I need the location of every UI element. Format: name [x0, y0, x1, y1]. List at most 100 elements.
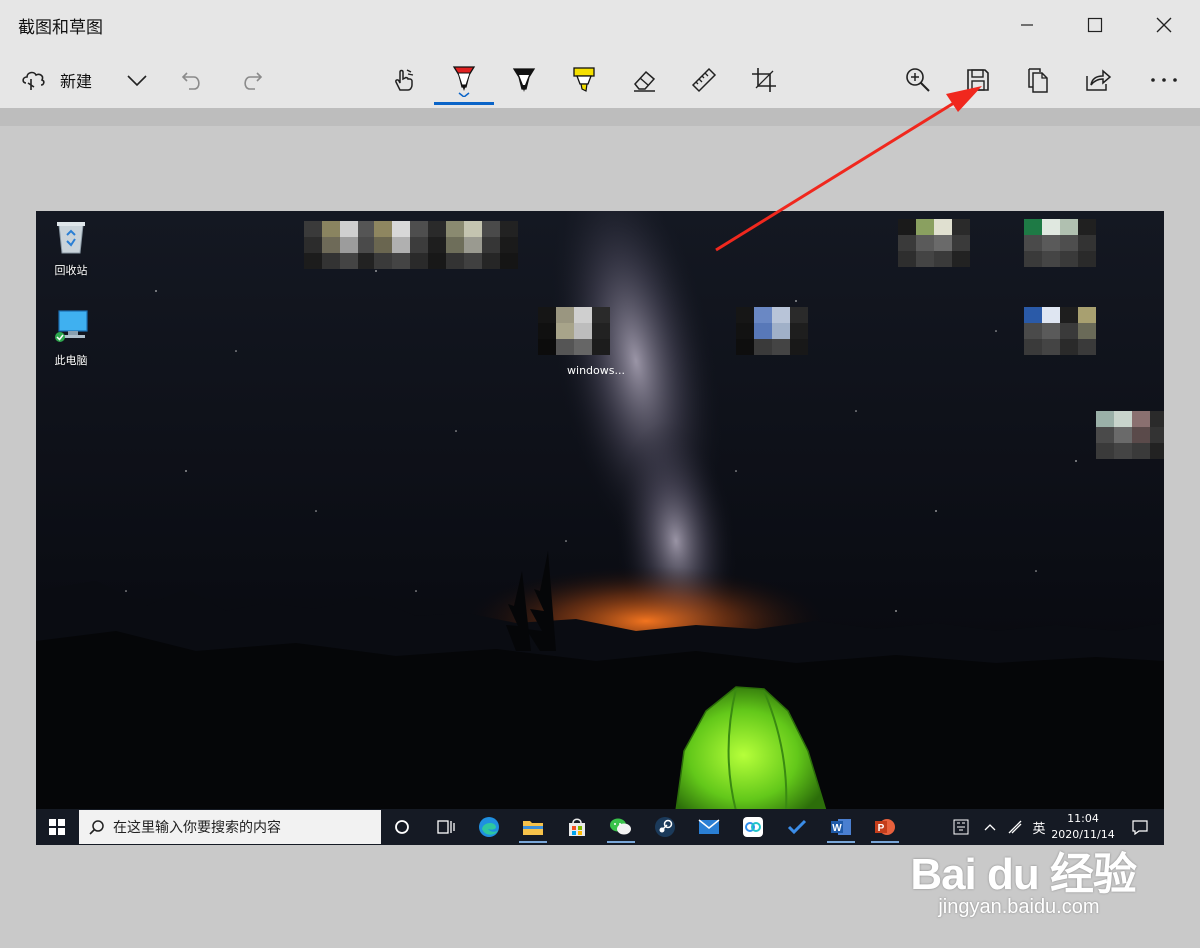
- save-icon: [967, 69, 989, 91]
- windows-logo-icon: [49, 819, 65, 835]
- blurred-desktop-icon[interactable]: [736, 307, 808, 355]
- baidu-netdisk-icon: [743, 817, 763, 837]
- title-bar: 截图和草图: [0, 0, 1200, 52]
- desktop-icon-recycle-bin[interactable]: 回收站: [36, 217, 106, 278]
- todo-icon: [787, 819, 807, 835]
- ruler-icon: [691, 67, 717, 93]
- search-icon: [89, 820, 104, 835]
- pencil-icon: [512, 68, 536, 92]
- cortana-icon: [395, 820, 409, 834]
- copy-button[interactable]: [1016, 58, 1060, 102]
- taskbar-baidu-netdisk[interactable]: [733, 811, 773, 843]
- watermark-url: jingyan.baidu.com: [938, 896, 1100, 918]
- taskbar-steam[interactable]: [645, 811, 685, 843]
- maximize-icon: [1087, 17, 1103, 33]
- new-snip-button[interactable]: [12, 58, 56, 102]
- save-button[interactable]: [956, 58, 1000, 102]
- crop-icon: [752, 68, 776, 92]
- new-button-label[interactable]: 新建: [60, 68, 92, 92]
- blurred-desktop-icon[interactable]: [1024, 219, 1096, 267]
- blurred-desktop-icon[interactable]: [898, 219, 970, 267]
- tray-time[interactable]: 11:04: [1048, 812, 1118, 825]
- taskbar-word[interactable]: W: [821, 811, 861, 843]
- powerpoint-icon: P: [875, 819, 895, 835]
- ruler-button[interactable]: [682, 58, 726, 102]
- this-pc-icon: [55, 310, 88, 342]
- zoom-in-icon: [906, 68, 930, 92]
- toolbar-divider: [0, 108, 1200, 126]
- mail-icon: [698, 819, 720, 834]
- word-icon: W: [831, 819, 851, 835]
- redo-icon: [244, 72, 263, 90]
- copy-icon: [1028, 68, 1048, 93]
- task-view-icon: [437, 820, 455, 834]
- highlighter-icon: [573, 67, 595, 92]
- taskbar-mail[interactable]: [689, 811, 729, 843]
- search-placeholder: 在这里输入你要搜索的内容: [113, 820, 281, 836]
- close-button[interactable]: [1141, 0, 1187, 50]
- wechat-icon: [610, 818, 631, 835]
- taskbar-search-box[interactable]: 在这里输入你要搜索的内容: [79, 810, 381, 844]
- taskbar-store[interactable]: [557, 811, 597, 843]
- highlighter-button[interactable]: [562, 58, 606, 102]
- blurred-desktop-icon[interactable]: [374, 221, 446, 269]
- toolbar: 新建: [0, 52, 1200, 108]
- zoom-button[interactable]: [896, 58, 940, 102]
- taskbar-cortana[interactable]: [382, 811, 422, 843]
- eraser-button[interactable]: [622, 58, 666, 102]
- svg-text:P: P: [878, 823, 885, 834]
- more-button[interactable]: [1142, 58, 1186, 102]
- app-title: 截图和草图: [18, 18, 103, 38]
- new-snip-icon: [22, 71, 45, 90]
- chevron-up-icon: [984, 824, 996, 831]
- svg-text:W: W: [832, 823, 842, 834]
- selected-tool-indicator: [434, 102, 494, 105]
- watermark-logo: Bai du 经验: [910, 850, 1137, 899]
- network-icon: [1008, 820, 1022, 834]
- redo-button[interactable]: [230, 58, 274, 102]
- share-icon: [1086, 69, 1112, 91]
- store-icon: [569, 818, 585, 836]
- ime-pad-icon: [953, 819, 969, 835]
- blurred-desktop-icon[interactable]: [538, 307, 610, 355]
- new-dropdown-button[interactable]: [115, 58, 159, 102]
- blurred-desktop-icon[interactable]: [1096, 411, 1164, 459]
- ballpoint-pen-button[interactable]: [442, 58, 486, 102]
- desktop-wallpaper: [36, 211, 1164, 811]
- ballpoint-pen-icon: [452, 66, 476, 97]
- start-button[interactable]: [36, 809, 78, 845]
- taskbar-wechat[interactable]: [601, 811, 641, 843]
- share-button[interactable]: [1076, 58, 1120, 102]
- close-icon: [1156, 17, 1172, 33]
- minimize-icon: [1021, 24, 1033, 26]
- more-icon: [1151, 78, 1177, 82]
- undo-icon: [181, 72, 200, 90]
- captured-screenshot[interactable]: 回收站 此电脑 windows... 在这里输入你要搜索的内容 W P 英 11…: [36, 211, 1164, 845]
- blurred-desktop-icon[interactable]: [446, 221, 518, 269]
- undo-button[interactable]: [170, 58, 214, 102]
- blurred-desktop-icon[interactable]: [304, 221, 376, 269]
- desktop-icon-this-pc[interactable]: 此电脑: [36, 307, 106, 368]
- recycle-bin-icon: [57, 222, 85, 254]
- edge-icon: [479, 817, 499, 837]
- desktop-icon-label: 此电脑: [54, 354, 88, 367]
- touch-writing-button[interactable]: [382, 58, 426, 102]
- steam-icon: [655, 817, 675, 837]
- taskbar-powerpoint[interactable]: P: [865, 811, 905, 843]
- touch-writing-icon: [395, 69, 414, 91]
- pencil-button[interactable]: [502, 58, 546, 102]
- taskbar-file-explorer[interactable]: [513, 811, 553, 843]
- taskbar-edge[interactable]: [469, 811, 509, 843]
- blurred-icon-label: windows...: [567, 364, 625, 377]
- desktop-icon-label: 回收站: [54, 264, 88, 277]
- taskbar-task-view[interactable]: [426, 811, 466, 843]
- blurred-desktop-icon[interactable]: [1024, 307, 1096, 355]
- notification-icon: [1132, 820, 1148, 835]
- chevron-down-icon: [127, 75, 147, 87]
- maximize-button[interactable]: [1072, 0, 1118, 50]
- taskbar-todo[interactable]: [777, 811, 817, 843]
- file-explorer-icon: [523, 821, 543, 835]
- eraser-icon: [634, 70, 656, 92]
- crop-button[interactable]: [742, 58, 786, 102]
- minimize-button[interactable]: [1004, 0, 1050, 50]
